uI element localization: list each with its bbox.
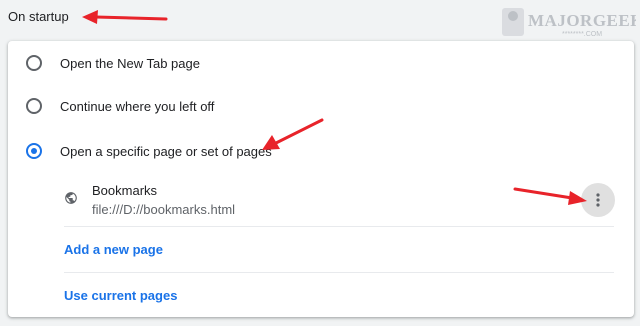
divider: [64, 226, 614, 227]
svg-text:********.COM: ********.COM: [562, 31, 602, 38]
radio-button-selected[interactable]: [26, 143, 42, 159]
add-new-page-link[interactable]: Add a new page: [64, 242, 163, 257]
startup-settings-card: Open the New Tab page Continue where you…: [8, 41, 634, 317]
radio-button[interactable]: [26, 55, 42, 71]
startup-page-entry: Bookmarks file:///D://bookmarks.html: [8, 171, 634, 227]
radio-option-continue[interactable]: Continue where you left off: [8, 84, 634, 128]
more-actions-button[interactable]: [581, 183, 615, 217]
use-current-pages-link[interactable]: Use current pages: [64, 288, 177, 303]
vertical-dots-icon: [596, 193, 600, 207]
section-title: On startup: [8, 9, 69, 24]
startup-page-title: Bookmarks: [92, 183, 158, 198]
radio-button[interactable]: [26, 98, 42, 114]
globe-icon: [65, 192, 77, 204]
radio-label: Open a specific page or set of pages: [60, 143, 272, 159]
annotation-arrow: [82, 10, 168, 24]
radio-label: Open the New Tab page: [60, 55, 200, 71]
majorgeeks-watermark-logo: MAJORGEEKS ********.COM: [502, 8, 636, 38]
startup-page-url: file:///D://bookmarks.html: [92, 202, 236, 217]
divider: [64, 272, 614, 273]
svg-text:MAJORGEEKS: MAJORGEEKS: [528, 11, 636, 30]
radio-option-specific-pages[interactable]: Open a specific page or set of pages: [8, 129, 634, 173]
radio-option-new-tab[interactable]: Open the New Tab page: [8, 41, 634, 85]
radio-label: Continue where you left off: [60, 98, 215, 114]
